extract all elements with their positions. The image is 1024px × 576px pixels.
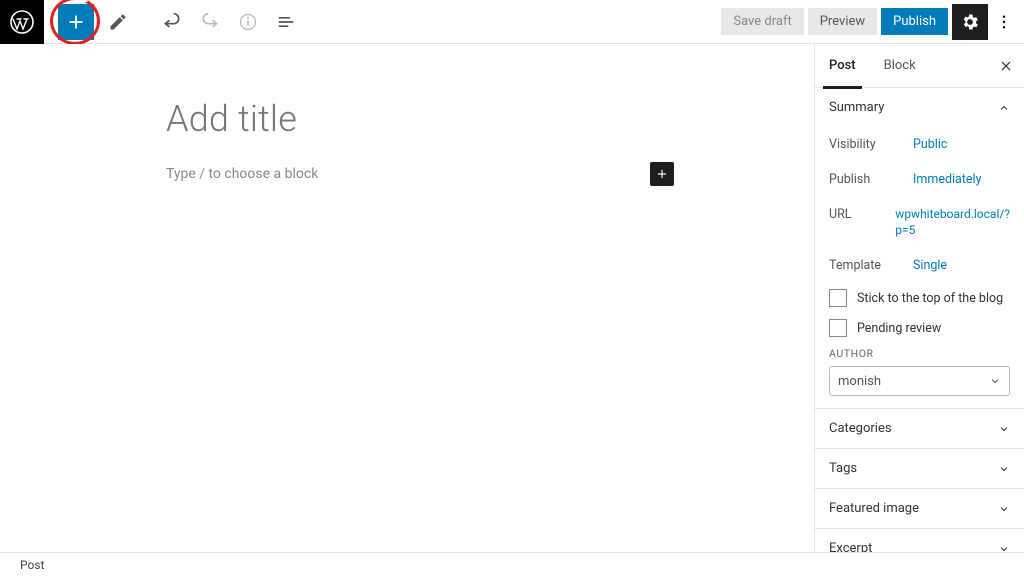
plus-icon — [655, 167, 669, 181]
topbar-actions: Save draft Preview Publish — [721, 4, 1024, 40]
kebab-icon — [995, 13, 1013, 31]
close-icon — [999, 59, 1013, 73]
panel-categories-toggle[interactable]: Categories — [815, 409, 1024, 448]
save-draft-button[interactable]: Save draft — [721, 8, 803, 35]
author-select[interactable]: monish — [829, 366, 1010, 396]
row-url[interactable]: URL wpwhiteboard.local/?p=5 — [829, 197, 1010, 248]
template-label: Template — [829, 258, 913, 273]
publish-label: Publish — [829, 172, 913, 187]
edit-mode-button[interactable] — [100, 4, 136, 40]
panel-tags: Tags — [815, 449, 1024, 489]
chevron-down-icon — [998, 423, 1010, 435]
add-block-button[interactable] — [58, 4, 94, 40]
settings-button[interactable] — [952, 4, 988, 40]
row-pending[interactable]: Pending review — [829, 313, 1010, 343]
template-value[interactable]: Single — [913, 258, 1010, 273]
panel-summary-title: Summary — [829, 100, 884, 115]
breadcrumb[interactable]: Post — [20, 558, 44, 572]
more-options-button[interactable] — [992, 4, 1016, 40]
undo-icon — [162, 12, 182, 32]
redo-button — [192, 4, 228, 40]
undo-button[interactable] — [154, 4, 190, 40]
url-value[interactable]: wpwhiteboard.local/?p=5 — [895, 207, 1010, 238]
post-title-input[interactable]: Add title — [166, 98, 814, 140]
url-label: URL — [829, 207, 895, 238]
pending-checkbox[interactable] — [829, 319, 847, 337]
panel-featured-image-toggle[interactable]: Featured image — [815, 489, 1024, 528]
gear-icon — [960, 12, 980, 32]
publish-value[interactable]: Immediately — [913, 172, 1010, 187]
info-button — [230, 4, 266, 40]
block-inserter-row: Type / to choose a block — [166, 166, 674, 182]
tab-post[interactable]: Post — [815, 44, 870, 88]
panel-summary-toggle[interactable]: Summary — [815, 88, 1024, 127]
panel-summary: Summary Visibility Public Publish Immedi… — [815, 88, 1024, 409]
chevron-down-icon — [989, 375, 1001, 387]
tab-block[interactable]: Block — [870, 44, 930, 88]
chevron-down-icon — [998, 503, 1010, 515]
plus-icon — [65, 11, 87, 33]
chevron-up-icon — [998, 102, 1010, 114]
inline-add-block-button[interactable] — [650, 162, 674, 186]
stick-checkbox[interactable] — [829, 289, 847, 307]
panel-tags-title: Tags — [829, 461, 857, 476]
document-outline-button[interactable] — [268, 4, 304, 40]
sidebar-tabs: Post Block — [815, 44, 1024, 88]
row-template[interactable]: Template Single — [829, 248, 1010, 283]
panel-summary-body: Visibility Public Publish Immediately UR… — [815, 127, 1024, 408]
redo-icon — [200, 12, 220, 32]
panel-tags-toggle[interactable]: Tags — [815, 449, 1024, 488]
editor-canvas: Add title Type / to choose a block — [0, 44, 814, 552]
preview-button[interactable]: Preview — [808, 8, 877, 35]
panel-featured-image-title: Featured image — [829, 501, 919, 516]
stick-label: Stick to the top of the blog — [857, 291, 1003, 306]
panel-categories: Categories — [815, 409, 1024, 449]
visibility-value[interactable]: Public — [913, 137, 1010, 152]
panel-categories-title: Categories — [829, 421, 892, 436]
author-heading: AUTHOR — [829, 347, 1010, 360]
author-value: monish — [838, 374, 881, 389]
visibility-label: Visibility — [829, 137, 913, 152]
wordpress-icon — [10, 10, 34, 34]
publish-button[interactable]: Publish — [881, 8, 948, 35]
close-sidebar-button[interactable] — [988, 44, 1024, 88]
pending-label: Pending review — [857, 321, 941, 336]
list-icon — [276, 12, 296, 32]
pencil-icon — [108, 12, 128, 32]
row-stick[interactable]: Stick to the top of the blog — [829, 283, 1010, 313]
editor-topbar: Save draft Preview Publish — [0, 0, 1024, 44]
editor-footer: Post — [0, 552, 1024, 576]
chevron-down-icon — [998, 463, 1010, 475]
panel-featured-image: Featured image — [815, 489, 1024, 529]
settings-sidebar: Post Block Summary Visibility Public Pub… — [814, 44, 1024, 576]
info-icon — [238, 12, 258, 32]
wordpress-logo[interactable] — [0, 0, 44, 44]
row-publish[interactable]: Publish Immediately — [829, 162, 1010, 197]
row-visibility[interactable]: Visibility Public — [829, 127, 1010, 162]
block-placeholder-text[interactable]: Type / to choose a block — [166, 166, 318, 182]
